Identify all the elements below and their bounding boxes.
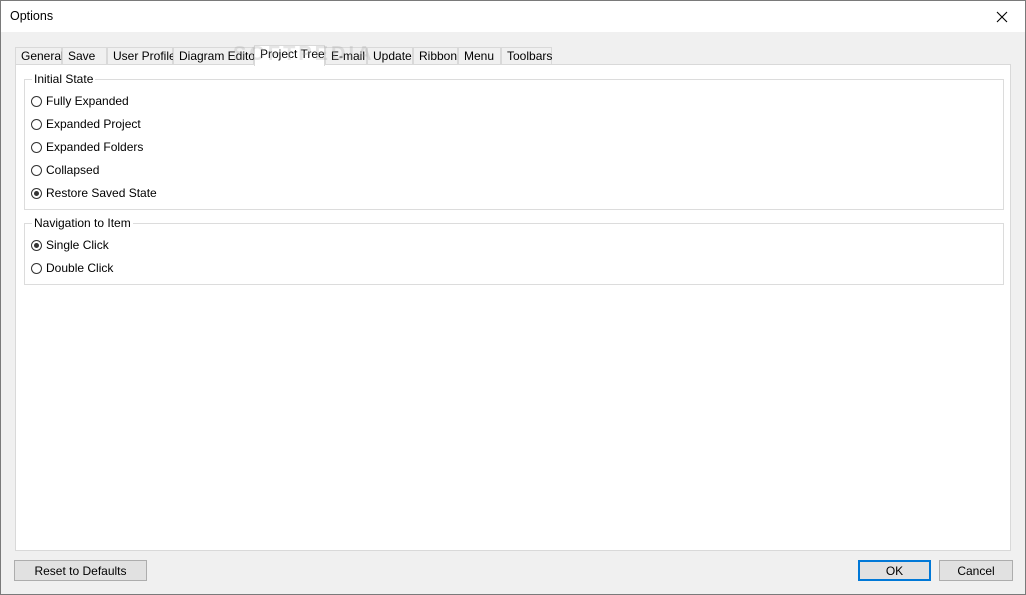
tab-user-profile[interactable]: User Profile: [107, 47, 176, 64]
radio-label: Restore Saved State: [46, 186, 157, 200]
options-window: Options General Save User Profile Diagra…: [0, 0, 1026, 595]
radio-button[interactable]: [31, 164, 42, 176]
tab-menu[interactable]: Menu: [458, 47, 501, 64]
tab-email[interactable]: E-mail: [325, 47, 367, 64]
tab-project-tree[interactable]: Project Tree: [254, 45, 325, 66]
reset-to-defaults-button[interactable]: Reset to Defaults: [14, 560, 147, 581]
title-bar: Options: [1, 1, 1025, 32]
radio-fully-expanded[interactable]: Fully Expanded: [31, 93, 129, 109]
radio-label: Fully Expanded: [46, 94, 129, 108]
close-button[interactable]: [979, 1, 1025, 32]
navigation-group: Navigation to Item Single Click Double C…: [24, 216, 1004, 285]
radio-expanded-folders[interactable]: Expanded Folders: [31, 139, 143, 155]
radio-collapsed[interactable]: Collapsed: [31, 162, 99, 178]
tab-panel-project-tree: Initial State Fully Expanded Expanded Pr…: [15, 64, 1011, 551]
tab-diagram-editor[interactable]: Diagram Editor: [173, 47, 259, 64]
cancel-button[interactable]: Cancel: [939, 560, 1013, 581]
tab-update[interactable]: Update: [367, 47, 413, 64]
tab-save[interactable]: Save: [62, 47, 107, 64]
radio-button[interactable]: [31, 95, 42, 107]
navigation-legend: Navigation to Item: [32, 216, 133, 230]
radio-button[interactable]: [31, 262, 42, 274]
tab-general[interactable]: General: [15, 47, 64, 64]
initial-state-group: Initial State Fully Expanded Expanded Pr…: [24, 72, 1004, 210]
close-icon: [996, 11, 1008, 22]
radio-label: Collapsed: [46, 163, 100, 177]
radio-single-click[interactable]: Single Click: [31, 237, 109, 253]
radio-button[interactable]: [31, 141, 42, 153]
radio-label: Expanded Folders: [46, 140, 144, 154]
radio-label: Single Click: [46, 238, 109, 252]
initial-state-legend: Initial State: [32, 72, 96, 86]
tab-ribbon[interactable]: Ribbon: [413, 47, 458, 64]
window-title: Options: [10, 9, 54, 23]
radio-expanded-project[interactable]: Expanded Project: [31, 116, 141, 132]
ok-button[interactable]: OK: [858, 560, 931, 581]
radio-button[interactable]: [31, 118, 42, 130]
radio-label: Double Click: [46, 261, 114, 275]
radio-label: Expanded Project: [46, 117, 141, 131]
radio-button-checked[interactable]: [31, 239, 42, 251]
radio-double-click[interactable]: Double Click: [31, 260, 113, 276]
radio-button-checked[interactable]: [31, 187, 42, 199]
tab-toolbars[interactable]: Toolbars: [501, 47, 552, 64]
radio-restore-saved-state[interactable]: Restore Saved State: [31, 185, 157, 201]
